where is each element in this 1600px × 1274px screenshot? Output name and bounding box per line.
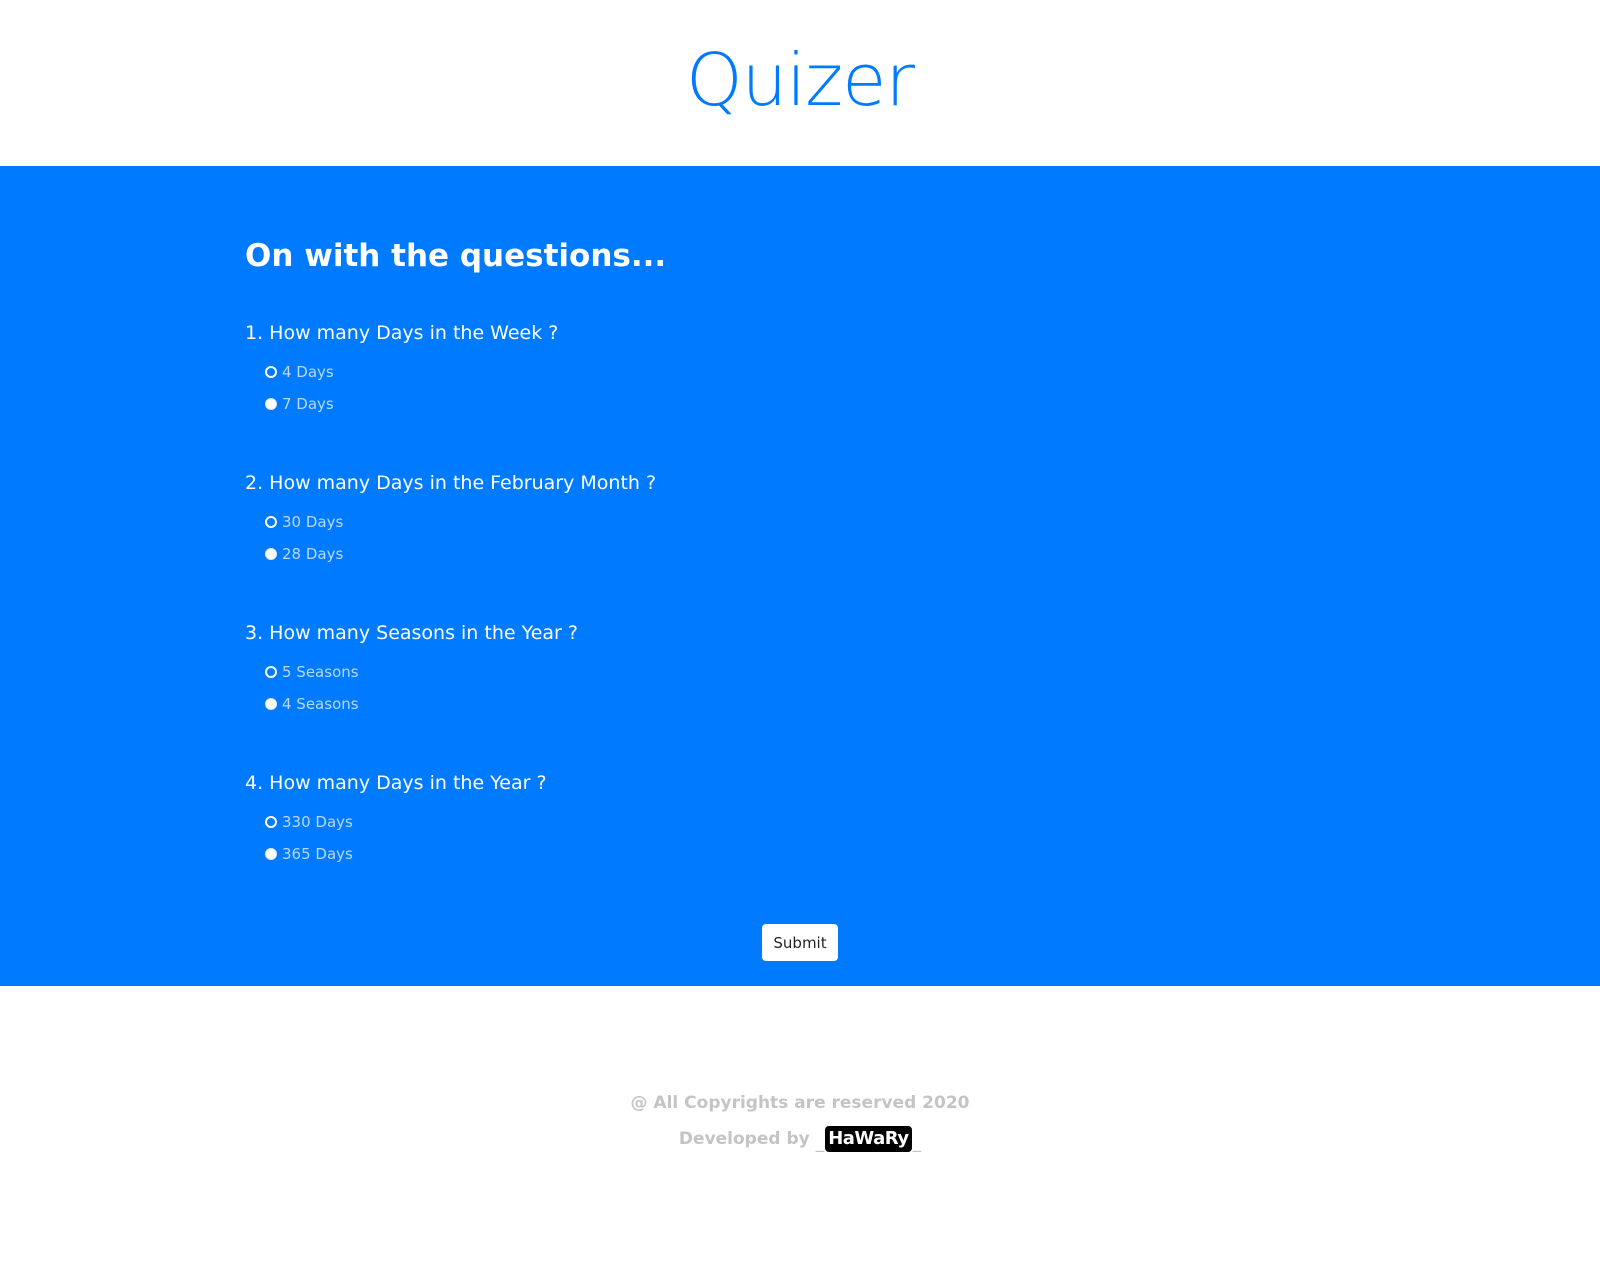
option-7-days[interactable]: 7 Days bbox=[265, 392, 334, 416]
option-4-days[interactable]: 4 Days bbox=[265, 360, 334, 384]
question-1: 1. How many Days in the Week ? 4 Days 7 … bbox=[245, 320, 1145, 413]
radio-button[interactable] bbox=[265, 548, 277, 560]
copyright-text: @ All Copyrights are reserved 2020 bbox=[630, 1093, 970, 1113]
developed-by-line: Developed by _ HaWaRy _ bbox=[0, 1126, 1600, 1152]
underscore-right: _ bbox=[912, 1133, 922, 1153]
option-label: 330 Days bbox=[282, 813, 353, 831]
section-heading: On with the questions... bbox=[245, 238, 667, 274]
brand-title: Quizer bbox=[686, 38, 915, 122]
option-4-seasons[interactable]: 4 Seasons bbox=[265, 692, 359, 716]
radio-button[interactable] bbox=[265, 516, 277, 528]
option-5-seasons[interactable]: 5 Seasons bbox=[265, 660, 359, 684]
option-365-days[interactable]: 365 Days bbox=[265, 842, 353, 866]
option-label: 28 Days bbox=[282, 545, 344, 563]
submit-button[interactable]: Submit bbox=[762, 924, 838, 961]
question-title: 2. How many Days in the February Month ? bbox=[245, 472, 657, 494]
underscore-left: _ bbox=[815, 1133, 825, 1153]
footer: @ All Copyrights are reserved 2020 Devel… bbox=[0, 986, 1600, 1274]
developed-by-label: Developed by bbox=[678, 1129, 810, 1149]
question-3: 3. How many Seasons in the Year ? 5 Seas… bbox=[245, 620, 1145, 713]
radio-button[interactable] bbox=[265, 848, 277, 860]
option-label: 7 Days bbox=[282, 395, 334, 413]
option-label: 5 Seasons bbox=[282, 663, 359, 681]
option-28-days[interactable]: 28 Days bbox=[265, 542, 343, 566]
quiz-section: On with the questions... 1. How many Day… bbox=[0, 166, 1600, 986]
radio-button[interactable] bbox=[265, 398, 277, 410]
option-label: 4 Days bbox=[282, 363, 334, 381]
developer-logo[interactable]: HaWaRy bbox=[825, 1126, 912, 1152]
question-title: 3. How many Seasons in the Year ? bbox=[245, 622, 578, 644]
radio-button[interactable] bbox=[265, 666, 277, 678]
radio-button[interactable] bbox=[265, 816, 277, 828]
option-330-days[interactable]: 330 Days bbox=[265, 810, 353, 834]
header: Quizer bbox=[0, 0, 1600, 166]
radio-button[interactable] bbox=[265, 698, 277, 710]
question-title: 1. How many Days in the Week ? bbox=[245, 322, 559, 344]
question-4: 4. How many Days in the Year ? 330 Days … bbox=[245, 770, 1145, 863]
radio-button[interactable] bbox=[265, 366, 277, 378]
option-label: 4 Seasons bbox=[282, 695, 359, 713]
option-30-days[interactable]: 30 Days bbox=[265, 510, 343, 534]
question-title: 4. How many Days in the Year ? bbox=[245, 772, 547, 794]
option-label: 365 Days bbox=[282, 845, 353, 863]
option-label: 30 Days bbox=[282, 513, 344, 531]
question-2: 2. How many Days in the February Month ?… bbox=[245, 470, 1145, 563]
